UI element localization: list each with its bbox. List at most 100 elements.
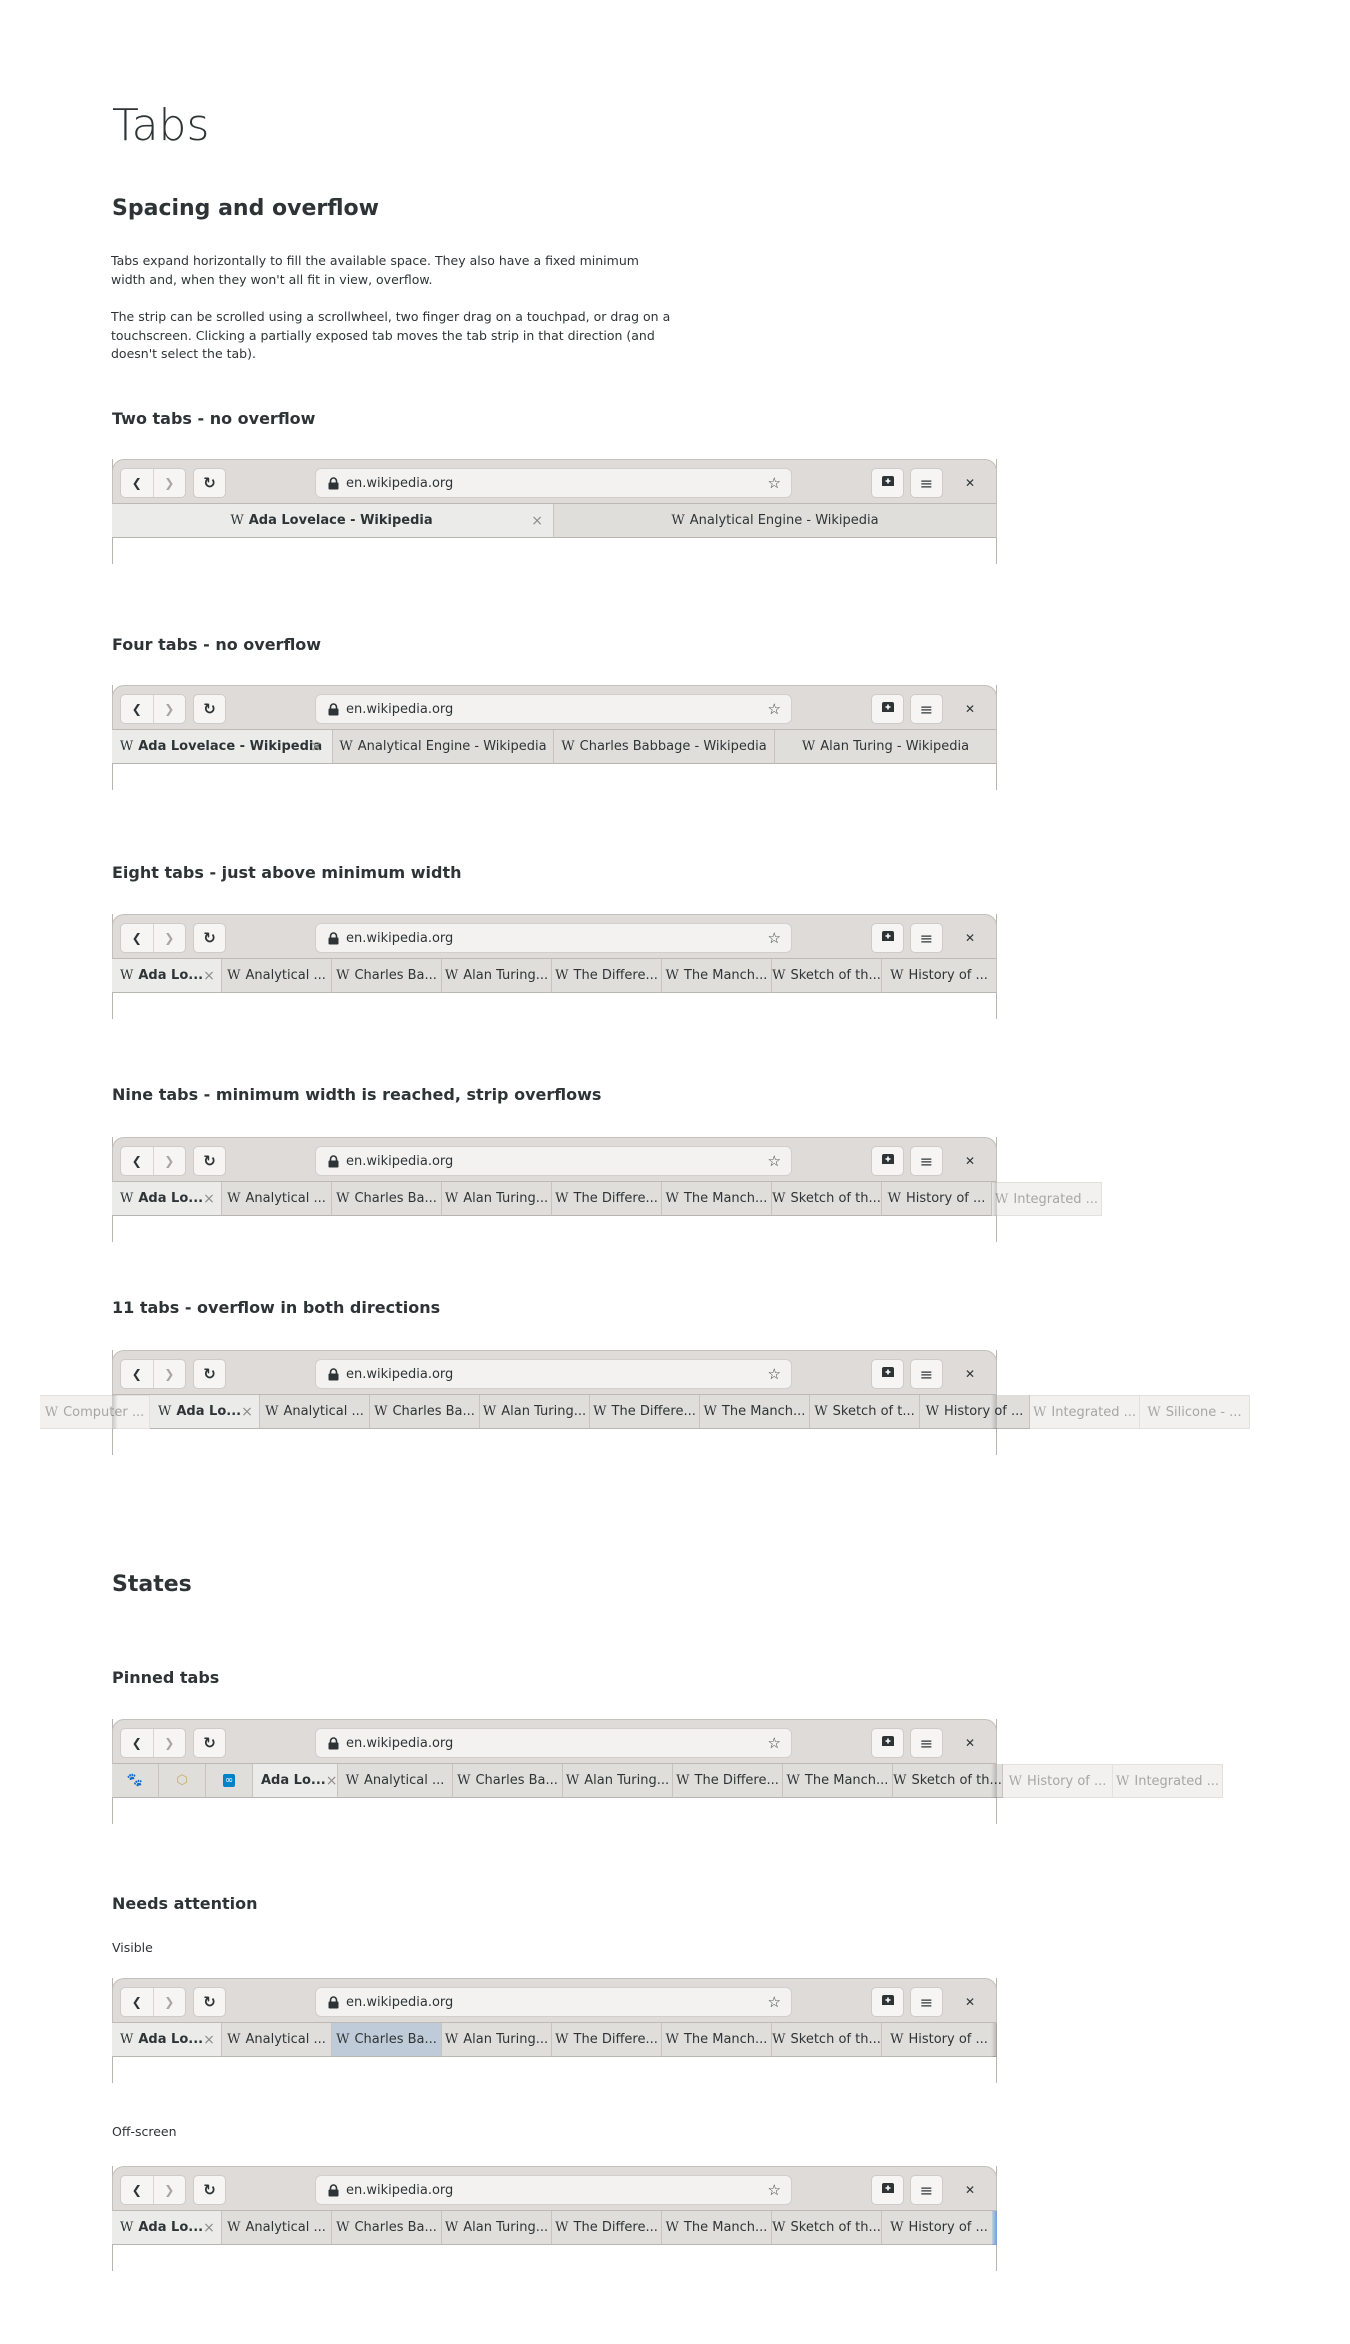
tab-close-button[interactable]: ×: [203, 1191, 215, 1207]
back-button[interactable]: ❮: [121, 924, 154, 952]
tab[interactable]: W Sketch of th...: [893, 1764, 1003, 1798]
main-menu-button[interactable]: ≡: [910, 1359, 943, 1389]
close-window-button[interactable]: ✕: [960, 699, 980, 719]
forward-button[interactable]: ❯: [154, 924, 186, 952]
forward-button[interactable]: ❯: [154, 1729, 186, 1757]
tab[interactable]: W Ada Lo... ×: [112, 959, 222, 993]
tab[interactable]: W Ada Lo... ×: [112, 1182, 222, 1216]
close-window-button[interactable]: ✕: [960, 1151, 980, 1171]
tab-close-button[interactable]: ×: [203, 2032, 215, 2048]
tab[interactable]: W Ada Lo... ×: [150, 1395, 260, 1429]
close-window-button[interactable]: ✕: [960, 1733, 980, 1753]
reload-button[interactable]: ↻: [193, 1728, 226, 1758]
tab[interactable]: W Alan Turing...: [442, 1182, 552, 1216]
tab[interactable]: W Alan Turing...: [442, 2023, 552, 2057]
tab[interactable]: W Analytical ...: [222, 2023, 332, 2057]
tab[interactable]: W Ada Lovelace - Wikipedia ×: [112, 504, 554, 538]
tab[interactable]: W Ada Lo... ×: [112, 2023, 222, 2057]
tab[interactable]: W Alan Turing...: [563, 1764, 673, 1798]
tab-close-button[interactable]: ×: [310, 739, 322, 755]
tab[interactable]: W Sketch of th...: [772, 959, 882, 993]
tab-close-button[interactable]: ×: [203, 968, 215, 984]
reload-button[interactable]: ↻: [193, 694, 226, 724]
tab[interactable]: W Charles Ba...: [332, 959, 442, 993]
close-window-button[interactable]: ✕: [960, 473, 980, 493]
main-menu-button[interactable]: ≡: [910, 1728, 943, 1758]
tab[interactable]: W The Manch...: [662, 2023, 772, 2057]
star-icon[interactable]: ☆: [768, 1734, 781, 1752]
pinned-tab[interactable]: ∞: [206, 1764, 253, 1798]
tab[interactable]: W Analytical Engine - Wikipedia: [333, 730, 554, 764]
new-tab-button[interactable]: [871, 1728, 904, 1758]
new-tab-button[interactable]: [871, 923, 904, 953]
tab[interactable]: W Sketch of th...: [772, 2023, 882, 2057]
tab[interactable]: W The Manch...: [783, 1764, 893, 1798]
address-bar[interactable]: en.wikipedia.org ☆: [315, 694, 792, 724]
close-window-button[interactable]: ✕: [960, 1992, 980, 2012]
tab-close-button[interactable]: ×: [326, 1773, 337, 1789]
back-button[interactable]: ❮: [121, 695, 154, 723]
close-window-button[interactable]: ✕: [960, 2180, 980, 2200]
star-icon[interactable]: ☆: [768, 474, 781, 492]
tab[interactable]: W Alan Turing - Wikipedia: [775, 730, 997, 764]
tab[interactable]: W The Manch...: [662, 2211, 772, 2245]
new-tab-button[interactable]: [871, 1146, 904, 1176]
address-bar[interactable]: en.wikipedia.org ☆: [315, 468, 792, 498]
main-menu-button[interactable]: ≡: [910, 468, 943, 498]
tab[interactable]: W Computer ...: [40, 1395, 150, 1429]
main-menu-button[interactable]: ≡: [910, 1987, 943, 2017]
tab[interactable]: W Charles Ba...: [332, 2211, 442, 2245]
main-menu-button[interactable]: ≡: [910, 923, 943, 953]
star-icon[interactable]: ☆: [768, 1365, 781, 1383]
tab[interactable]: W Integrated ...: [1113, 1764, 1223, 1798]
reload-button[interactable]: ↻: [193, 1359, 226, 1389]
reload-button[interactable]: ↻: [193, 468, 226, 498]
back-button[interactable]: ❮: [121, 1988, 154, 2016]
tab[interactable]: W Integrated ...: [992, 1182, 1102, 1216]
tab[interactable]: W History of ...: [920, 1395, 1030, 1429]
tab[interactable]: W Alan Turing...: [480, 1395, 590, 1429]
back-button[interactable]: ❮: [121, 2176, 154, 2204]
tab[interactable]: W Analytical ...: [222, 959, 332, 993]
address-bar[interactable]: en.wikipedia.org ☆: [315, 1146, 792, 1176]
reload-button[interactable]: ↻: [193, 1987, 226, 2017]
back-button[interactable]: ❮: [121, 469, 154, 497]
tab[interactable]: W Sketch of th...: [772, 2211, 882, 2245]
tab[interactable]: W Charles Ba...: [370, 1395, 480, 1429]
close-window-button[interactable]: ✕: [960, 928, 980, 948]
tab[interactable]: W Charles Babbage - Wikipedia: [554, 730, 775, 764]
tab[interactable]: W The Differe...: [552, 2211, 662, 2245]
tab[interactable]: W Silicone - ...: [1140, 1395, 1250, 1429]
main-menu-button[interactable]: ≡: [910, 2175, 943, 2205]
new-tab-button[interactable]: [871, 1987, 904, 2017]
address-bar[interactable]: en.wikipedia.org ☆: [315, 1728, 792, 1758]
tab[interactable]: W The Differe...: [552, 2023, 662, 2057]
tab[interactable]: W Analytical Engine - Wikipedia: [554, 504, 997, 538]
tab[interactable]: W History of ...: [882, 959, 997, 993]
back-button[interactable]: ❮: [121, 1147, 154, 1175]
reload-button[interactable]: ↻: [193, 1146, 226, 1176]
forward-button[interactable]: ❯: [154, 2176, 186, 2204]
tab[interactable]: W The Differe...: [590, 1395, 700, 1429]
tab[interactable]: W Integrated ...: [1030, 1395, 1140, 1429]
tab[interactable]: W The Differe...: [552, 1182, 662, 1216]
address-bar[interactable]: en.wikipedia.org ☆: [315, 923, 792, 953]
tab[interactable]: W Charles Ba...: [332, 1182, 442, 1216]
tab[interactable]: W The Manch...: [700, 1395, 810, 1429]
tab[interactable]: W Alan Turing...: [442, 959, 552, 993]
tab[interactable]: W Ada Lovelace - Wikipedia ×: [112, 730, 333, 764]
main-menu-button[interactable]: ≡: [910, 1146, 943, 1176]
tab[interactable]: W The Differe...: [673, 1764, 783, 1798]
tab[interactable]: W Analytical ...: [338, 1764, 453, 1798]
star-icon[interactable]: ☆: [768, 929, 781, 947]
reload-button[interactable]: ↻: [193, 923, 226, 953]
pinned-tab[interactable]: 🐾: [112, 1764, 159, 1798]
tab-close-button[interactable]: ×: [203, 2220, 215, 2236]
address-bar[interactable]: en.wikipedia.org ☆: [315, 1987, 792, 2017]
tab[interactable]: W History of ...: [882, 2211, 997, 2245]
new-tab-button[interactable]: [871, 2175, 904, 2205]
tab[interactable]: W Charles Ba...: [453, 1764, 563, 1798]
tab[interactable]: W History of ...: [1003, 1764, 1113, 1798]
new-tab-button[interactable]: [871, 694, 904, 724]
tab[interactable]: W Sketch of t...: [810, 1395, 920, 1429]
